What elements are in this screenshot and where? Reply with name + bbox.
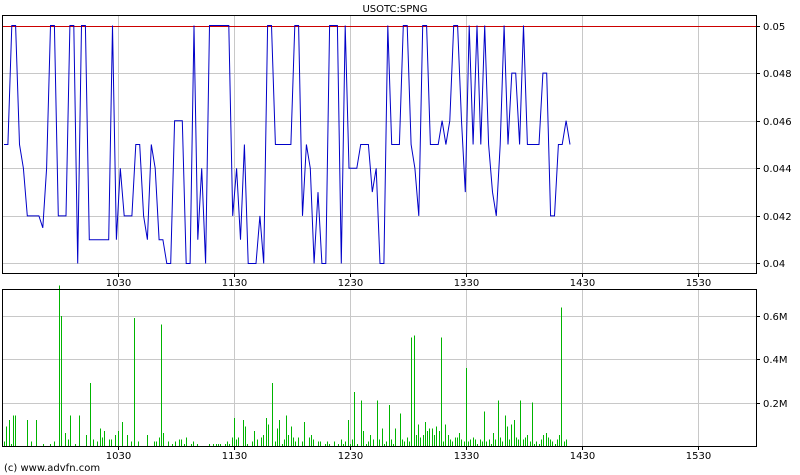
price-ytick-label-4: 0.048 <box>763 69 792 80</box>
price-xtick-label-2: 1230 <box>338 278 363 289</box>
volume-xtick-label-2: 1230 <box>338 451 363 462</box>
volume-gridlines <box>3 290 756 446</box>
volume-xtick-label-3: 1330 <box>454 451 479 462</box>
volume-xtick-label-5: 1530 <box>686 451 711 462</box>
volume-x-axis: 1030 1130 1230 1330 1430 1530 <box>106 446 711 462</box>
volume-y-axis: 0.2M 0.4M 0.6M <box>756 312 788 410</box>
volume-panel: 0.2M 0.4M 0.6M 1030 1130 1230 1330 1430 1530 <box>2 285 788 462</box>
price-xtick-label-1: 1130 <box>222 278 247 289</box>
volume-xtick-label-1: 1130 <box>222 451 247 462</box>
volume-ytick-label-0: 0.2M <box>763 399 788 410</box>
price-panel-background <box>0 0 800 285</box>
chart-canvas: USOTC:SPNG 0.040.0420.0440.0460.0480.05 … <box>0 0 800 474</box>
volume-bars <box>4 285 567 446</box>
volume-xtick-label-0: 1030 <box>106 451 131 462</box>
footer-credit: (c) www.advfn.com <box>4 463 100 474</box>
volume-ytick-label-1: 0.4M <box>763 355 788 366</box>
price-xtick-label-5: 1530 <box>686 278 711 289</box>
price-xtick-label-0: 1030 <box>106 278 131 289</box>
price-panel: USOTC:SPNG 0.040.0420.0440.0460.0480.05 … <box>0 0 800 289</box>
price-ytick-label-1: 0.042 <box>763 212 792 223</box>
chart-title: USOTC:SPNG <box>362 4 427 15</box>
price-xtick-label-4: 1430 <box>570 278 595 289</box>
volume-ytick-label-2: 0.6M <box>763 312 788 323</box>
volume-xtick-label-4: 1430 <box>570 451 595 462</box>
price-ytick-label-5: 0.05 <box>763 22 785 33</box>
price-ytick-label-0: 0.04 <box>763 259 785 270</box>
price-xtick-label-3: 1330 <box>454 278 479 289</box>
volume-plot-frame <box>2 289 757 447</box>
price-ytick-label-3: 0.046 <box>763 117 792 128</box>
price-ytick-label-2: 0.044 <box>763 164 792 175</box>
